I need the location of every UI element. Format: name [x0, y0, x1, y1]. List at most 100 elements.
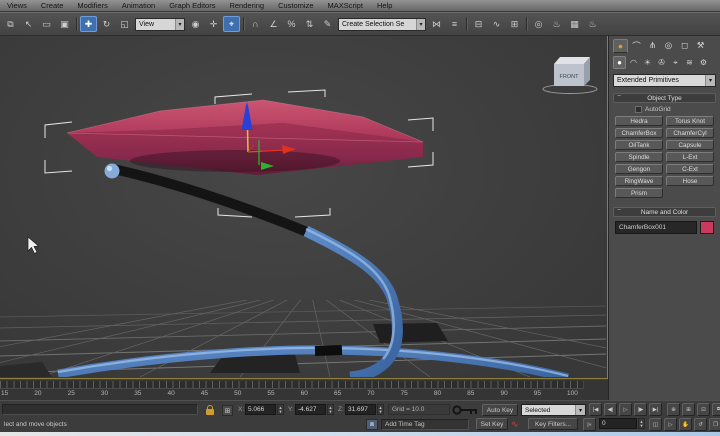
hose-object[interactable]: [58, 164, 568, 378]
create-tab[interactable]: ●: [613, 39, 628, 53]
zoom-extents-selected-icon[interactable]: ⊡: [697, 403, 710, 416]
shapes-category-icon[interactable]: ◠: [627, 56, 640, 69]
perspective-viewport[interactable]: FRONT: [0, 36, 608, 379]
curve-editor-icon[interactable]: ∿: [488, 16, 505, 32]
object-type-button[interactable]: Gengon: [615, 164, 663, 174]
go-to-end-button[interactable]: ▶|: [649, 403, 662, 416]
object-type-button[interactable]: Capsule: [666, 140, 714, 150]
mirror-icon[interactable]: ⋈: [428, 16, 445, 32]
menu-item[interactable]: Modifiers: [70, 0, 114, 12]
menu-item[interactable]: Animation: [115, 0, 162, 12]
use-center-icon[interactable]: ◉: [187, 16, 204, 32]
add-time-tag-field[interactable]: Add Time Tag: [381, 419, 469, 430]
set-keys-key-icon[interactable]: [452, 404, 479, 416]
rendered-frame-window-icon[interactable]: ▦: [566, 16, 583, 32]
material-editor-icon[interactable]: ◎: [530, 16, 547, 32]
display-tab[interactable]: ◻: [677, 39, 692, 53]
auto-key-button[interactable]: Auto Key: [482, 404, 518, 416]
object-type-button[interactable]: Hose: [666, 176, 714, 186]
primitive-category-dropdown[interactable]: Extended Primitives ▾: [613, 74, 716, 87]
menu-item[interactable]: Rendering: [222, 0, 271, 12]
hierarchy-tab[interactable]: ⋔: [645, 39, 660, 53]
window-crossing-icon[interactable]: ▣: [56, 16, 73, 32]
align-icon[interactable]: ≡: [446, 16, 463, 32]
select-and-manipulate-icon[interactable]: ✛: [205, 16, 222, 32]
cameras-category-icon[interactable]: ✇: [655, 56, 668, 69]
set-key-curve-icon[interactable]: ∿: [511, 419, 519, 430]
current-frame-field[interactable]: 0: [599, 418, 637, 429]
name-color-rollout-header[interactable]: − Name and Color: [613, 207, 716, 217]
object-type-button[interactable]: ChamferBox: [615, 128, 663, 138]
autogrid-checkbox[interactable]: [635, 106, 642, 113]
select-object-icon[interactable]: ↖: [20, 16, 37, 32]
min-max-toggle-icon[interactable]: ❒: [709, 418, 720, 431]
select-and-rotate-icon[interactable]: ↻: [98, 16, 115, 32]
geometry-category-icon[interactable]: ●: [613, 56, 626, 69]
motion-tab[interactable]: ◎: [661, 39, 676, 53]
field-of-view-icon[interactable]: ◫: [649, 418, 662, 431]
x-coordinate-field[interactable]: 5.066: [245, 404, 276, 415]
play-button[interactable]: ▷: [619, 403, 632, 416]
object-name-field[interactable]: ChamferBox001: [615, 221, 697, 234]
spinner-snap-icon[interactable]: ⇅: [301, 16, 318, 32]
key-mode-toggle[interactable]: |«: [583, 418, 596, 431]
rectangular-selection-region-icon[interactable]: ▭: [38, 16, 55, 32]
y-spinner[interactable]: ▲▼: [327, 404, 334, 415]
angle-snap-icon[interactable]: ∠: [265, 16, 282, 32]
go-to-start-button[interactable]: |◀: [589, 403, 602, 416]
next-frame-button[interactable]: |▶: [634, 403, 647, 416]
menu-item[interactable]: Customize: [271, 0, 320, 12]
zoom-icon[interactable]: ⊕: [667, 403, 680, 416]
x-spinner[interactable]: ▲▼: [277, 404, 284, 415]
frame-spinner[interactable]: ▲▼: [638, 418, 645, 429]
object-type-rollout-header[interactable]: − Object Type: [613, 93, 716, 103]
reference-coordinate-dropdown[interactable]: View▾: [135, 18, 185, 31]
previous-frame-button[interactable]: ◀|: [604, 403, 617, 416]
object-type-button[interactable]: C-Ext: [666, 164, 714, 174]
pan-icon[interactable]: ✋: [679, 418, 692, 431]
named-selection-sets-icon[interactable]: ✎: [319, 16, 336, 32]
selection-lock-icon[interactable]: [206, 409, 214, 415]
object-type-button[interactable]: OilTank: [615, 140, 663, 150]
object-type-button[interactable]: Spindle: [615, 152, 663, 162]
menu-item[interactable]: Help: [370, 0, 399, 12]
z-coordinate-field[interactable]: 31.697: [345, 404, 376, 415]
render-setup-icon[interactable]: ♨: [548, 16, 565, 32]
layer-manager-icon[interactable]: ⊟: [470, 16, 487, 32]
object-type-button[interactable]: L-Ext: [666, 152, 714, 162]
arc-rotate-icon[interactable]: ↺: [694, 418, 707, 431]
named-selection-set-dropdown[interactable]: Create Selection Se▾: [338, 18, 426, 31]
object-color-swatch[interactable]: [700, 221, 714, 234]
z-spinner[interactable]: ▲▼: [377, 404, 384, 415]
y-coordinate-field[interactable]: -4.627: [295, 404, 326, 415]
key-filters-button[interactable]: Key Filters...: [528, 418, 578, 430]
snap-toggle-3d-icon[interactable]: ∩: [247, 16, 264, 32]
menu-item[interactable]: Graph Editors: [162, 0, 222, 12]
absolute-mode-icon[interactable]: ⊞: [222, 405, 233, 416]
menu-item[interactable]: Create: [34, 0, 71, 12]
set-key-button[interactable]: Set Key: [476, 418, 508, 430]
object-type-button[interactable]: Prism: [615, 188, 663, 198]
select-and-link-icon[interactable]: ⧉: [2, 16, 19, 32]
zoom-extents-all-icon[interactable]: ⧈: [712, 403, 720, 416]
zoom-all-icon[interactable]: ⊞: [682, 403, 695, 416]
menu-item[interactable]: MAXScript: [321, 0, 370, 12]
space-warps-category-icon[interactable]: ≋: [683, 56, 696, 69]
object-type-button[interactable]: RingWave: [615, 176, 663, 186]
object-type-button[interactable]: Torus Knot: [666, 116, 714, 126]
object-type-button[interactable]: ChamferCyl: [666, 128, 714, 138]
viewcube[interactable]: FRONT: [543, 57, 597, 94]
modify-tab[interactable]: ⌒: [629, 39, 644, 53]
helpers-category-icon[interactable]: ⌖: [669, 56, 682, 69]
menu-item[interactable]: Views: [0, 0, 34, 12]
object-type-button[interactable]: Hedra: [615, 116, 663, 126]
percent-snap-icon[interactable]: %: [283, 16, 300, 32]
render-production-icon[interactable]: ♨: [584, 16, 601, 32]
schematic-view-icon[interactable]: ⊞: [506, 16, 523, 32]
zoom-region-icon[interactable]: ▷: [664, 418, 677, 431]
lights-category-icon[interactable]: ☀: [641, 56, 654, 69]
utilities-tab[interactable]: ⚒: [693, 39, 708, 53]
selection-filter-dropdown[interactable]: Selected ▾: [521, 404, 586, 416]
timeline-ruler[interactable]: 1520253035404550556065707580859095100: [0, 380, 608, 400]
select-and-scale-icon[interactable]: ◱: [116, 16, 133, 32]
